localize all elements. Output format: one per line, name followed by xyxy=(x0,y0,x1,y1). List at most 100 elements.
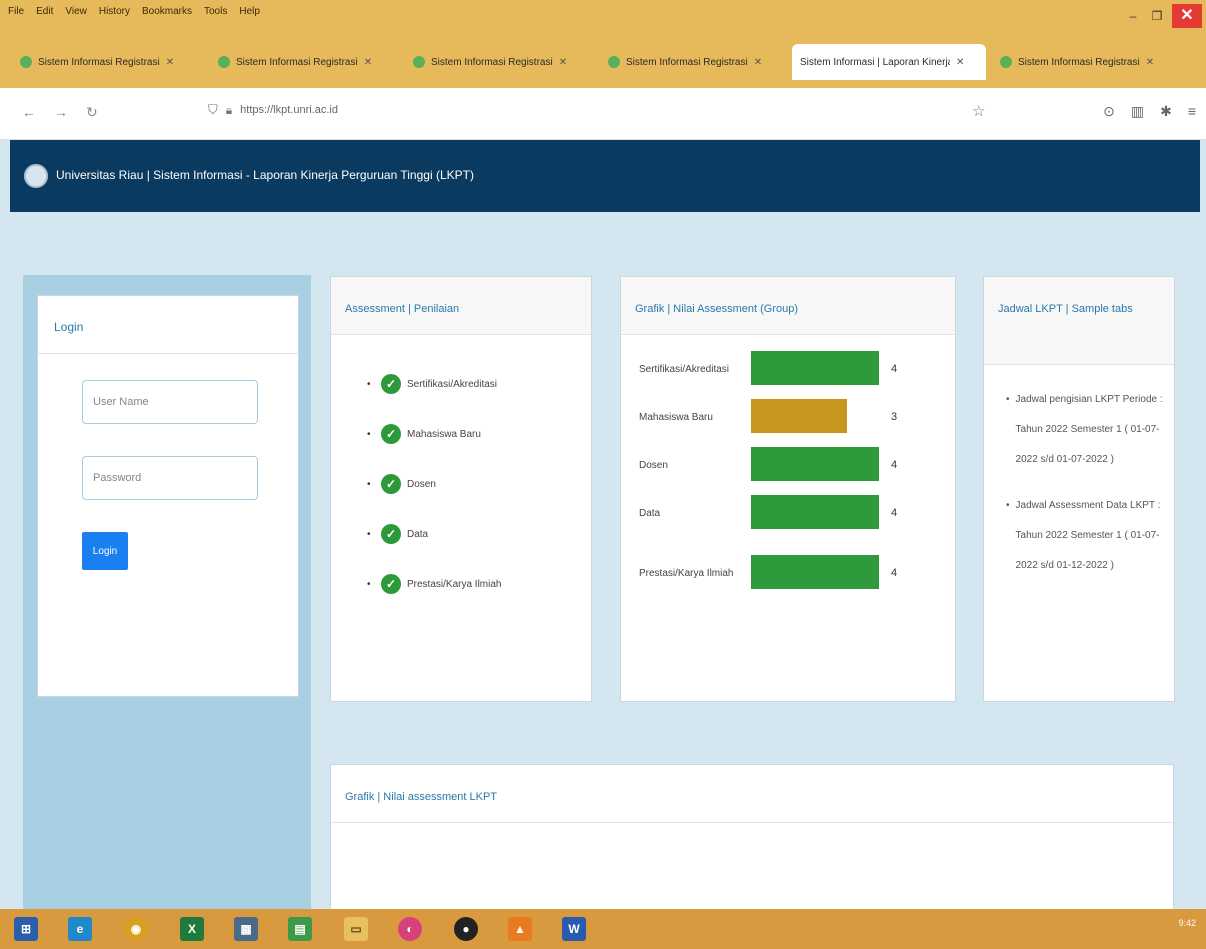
minimize-icon[interactable]: – xyxy=(1124,7,1142,25)
chart-bar xyxy=(751,447,879,481)
hamburger-menu-icon[interactable]: ≡ xyxy=(1188,103,1196,120)
window-controls: – ❐ ✕ xyxy=(1124,4,1202,28)
menu-history[interactable]: History xyxy=(99,6,130,17)
check-circle-icon: ✓ xyxy=(381,424,401,444)
app-icon[interactable]: ▦ xyxy=(234,917,258,941)
chart-category-label: Prestasi/Karya Ilmiah xyxy=(639,568,733,579)
menu-view[interactable]: View xyxy=(65,6,87,17)
tab-registrasi-5[interactable]: Sistem Informasi Registrasi ✕ xyxy=(992,44,1162,80)
assessment-card: Assessment | Penilaian • ✓ Sertifikasi/Akr… xyxy=(330,276,592,702)
chrome-icon[interactable]: ◉ xyxy=(124,917,148,941)
forward-arrow-icon[interactable]: → xyxy=(54,104,68,121)
bookmark-star-icon[interactable]: ☆ xyxy=(972,102,985,120)
tab-registrasi-3[interactable]: Sistem Informasi Registrasi ✕ xyxy=(405,44,575,80)
tab-bar: Sistem Informasi Registrasi ✕ Sistem Inf… xyxy=(0,36,1206,88)
jadwal-list: • Jadwal pengisian LKPT Periode : Tahun 2… xyxy=(984,365,1174,581)
excel-icon[interactable]: X xyxy=(180,917,204,941)
ie-icon[interactable]: e xyxy=(68,917,92,941)
chart-bar xyxy=(751,351,879,385)
menu-items: File Edit View History Bookmarks Tools H… xyxy=(8,6,260,17)
tab-favicon-icon xyxy=(218,56,230,68)
reload-icon[interactable]: ↻ xyxy=(86,104,98,121)
tab-registrasi-4[interactable]: Sistem Informasi Registrasi ✕ xyxy=(600,44,770,80)
chart-bar xyxy=(751,399,847,433)
lkpt-chart-card: Grafik | Nilai assessment LKPT xyxy=(330,764,1174,914)
tab-close-icon[interactable]: ✕ xyxy=(364,57,372,68)
menu-help[interactable]: Help xyxy=(239,6,260,17)
library-icon[interactable]: ▥ xyxy=(1131,103,1144,120)
tab-registrasi-1[interactable]: Sistem Informasi Registrasi ✕ xyxy=(12,44,182,80)
chart-bar xyxy=(751,555,879,589)
firefox-icon[interactable]: ◐ xyxy=(398,917,422,941)
browser-tools: ⊙ ▥ ✱ ≡ xyxy=(1103,103,1196,120)
group-bar-chart: Sertifikasi/Akreditasi 4 Mahasiswa Baru 3 Do… xyxy=(639,351,897,589)
assessment-title: Assessment | Penilaian xyxy=(331,277,591,335)
group-chart-card: Grafik | Nilai Assessment (Group) Sertif… xyxy=(620,276,956,702)
media-icon[interactable]: ● xyxy=(454,917,478,941)
list-item: • Jadwal Assessment Data LKPT : Tahun 202… xyxy=(1006,500,1161,571)
list-item[interactable]: • ✓ Sertifikasi/Akreditasi xyxy=(367,359,591,409)
sidebar: Login Login xyxy=(23,275,311,909)
list-item[interactable]: • ✓ Data xyxy=(367,509,591,559)
lkpt-chart-title: Grafik | Nilai assessment LKPT xyxy=(331,765,1173,823)
check-circle-icon: ✓ xyxy=(381,474,401,494)
shield-icon: ⛉ xyxy=(208,102,218,117)
address-text: https://lkpt.unri.ac.id xyxy=(240,104,338,116)
chart-category-label: Sertifikasi/Akreditasi xyxy=(639,364,729,375)
tab-registrasi-2[interactable]: Sistem Informasi Registrasi ✕ xyxy=(210,44,380,80)
assessment-list: • ✓ Sertifikasi/Akreditasi • ✓ Mahasiswa Bar… xyxy=(331,335,591,609)
extension-icon[interactable]: ✱ xyxy=(1160,103,1172,120)
chart-value-label: 4 xyxy=(891,507,897,519)
tab-favicon-icon xyxy=(1000,56,1012,68)
taskbar: ⊞ e ◉ X ▦ ▤ ▭ ◐ ● ▲ W 9:42 xyxy=(0,909,1206,949)
chart-value-label: 4 xyxy=(891,363,897,375)
nav-buttons: ← → ↻ xyxy=(22,104,98,121)
tab-close-icon[interactable]: ✕ xyxy=(559,57,567,68)
list-item[interactable]: • ✓ Mahasiswa Baru xyxy=(367,409,591,459)
tab-laporan-kinerja[interactable]: Sistem Informasi | Laporan Kinerja ✕ xyxy=(792,44,986,80)
tab-close-icon[interactable]: ✕ xyxy=(166,57,174,68)
chart-value-label: 4 xyxy=(891,459,897,471)
browser-menubar: File Edit View History Bookmarks Tools H… xyxy=(0,0,1206,36)
tab-favicon-icon xyxy=(20,56,32,68)
chart-category-label: Dosen xyxy=(639,460,668,471)
pocket-icon[interactable]: ⊙ xyxy=(1103,103,1115,120)
login-title: Login xyxy=(38,296,298,354)
chart-category-label: Mahasiswa Baru xyxy=(639,412,713,423)
address-field[interactable]: ⛉ 🔒︎ https://lkpt.unri.ac.id xyxy=(208,102,338,118)
menu-bookmarks[interactable]: Bookmarks xyxy=(142,6,192,17)
menu-file[interactable]: File xyxy=(8,6,24,17)
menu-tools[interactable]: Tools xyxy=(204,6,227,17)
list-item: • Jadwal pengisian LKPT Periode : Tahun 2… xyxy=(1006,394,1163,465)
back-arrow-icon[interactable]: ← xyxy=(22,104,36,121)
check-circle-icon: ✓ xyxy=(381,574,401,594)
file-icon[interactable]: ▤ xyxy=(288,917,312,941)
word-icon[interactable]: W xyxy=(562,917,586,941)
chart-category-label: Data xyxy=(639,508,661,519)
jadwal-title: Jadwal LKPT | Sample tabs xyxy=(984,277,1174,365)
university-logo-icon xyxy=(24,164,48,188)
password-input[interactable] xyxy=(82,456,258,500)
restore-icon[interactable]: ❐ xyxy=(1148,7,1166,25)
vlc-icon[interactable]: ▲ xyxy=(508,917,532,941)
list-item[interactable]: • ✓ Prestasi/Karya Ilmiah xyxy=(367,559,591,609)
group-chart-title: Grafik | Nilai Assessment (Group) xyxy=(621,277,955,335)
taskbar-clock: 9:42 xyxy=(1178,918,1196,928)
menu-edit[interactable]: Edit xyxy=(36,6,53,17)
chart-value-label: 3 xyxy=(891,411,897,423)
tab-close-icon[interactable]: ✕ xyxy=(956,57,964,68)
start-icon[interactable]: ⊞ xyxy=(14,917,38,941)
url-bar: ← → ↻ ⛉ 🔒︎ https://lkpt.unri.ac.id ☆ ⊙ ▥… xyxy=(0,88,1206,140)
site-title: Universitas Riau | Sistem Informasi - La… xyxy=(56,168,474,182)
site-header: Universitas Riau | Sistem Informasi - La… xyxy=(10,140,1200,212)
tab-close-icon[interactable]: ✕ xyxy=(754,57,762,68)
tab-close-icon[interactable]: ✕ xyxy=(1146,57,1154,68)
chart-value-label: 4 xyxy=(891,567,897,579)
login-button[interactable]: Login xyxy=(82,532,128,570)
list-item[interactable]: • ✓ Dosen xyxy=(367,459,591,509)
lock-icon: 🔒︎ xyxy=(225,102,233,117)
folder-icon[interactable]: ▭ xyxy=(344,917,368,941)
close-window-icon[interactable]: ✕ xyxy=(1172,4,1202,28)
username-input[interactable] xyxy=(82,380,258,424)
check-circle-icon: ✓ xyxy=(381,524,401,544)
